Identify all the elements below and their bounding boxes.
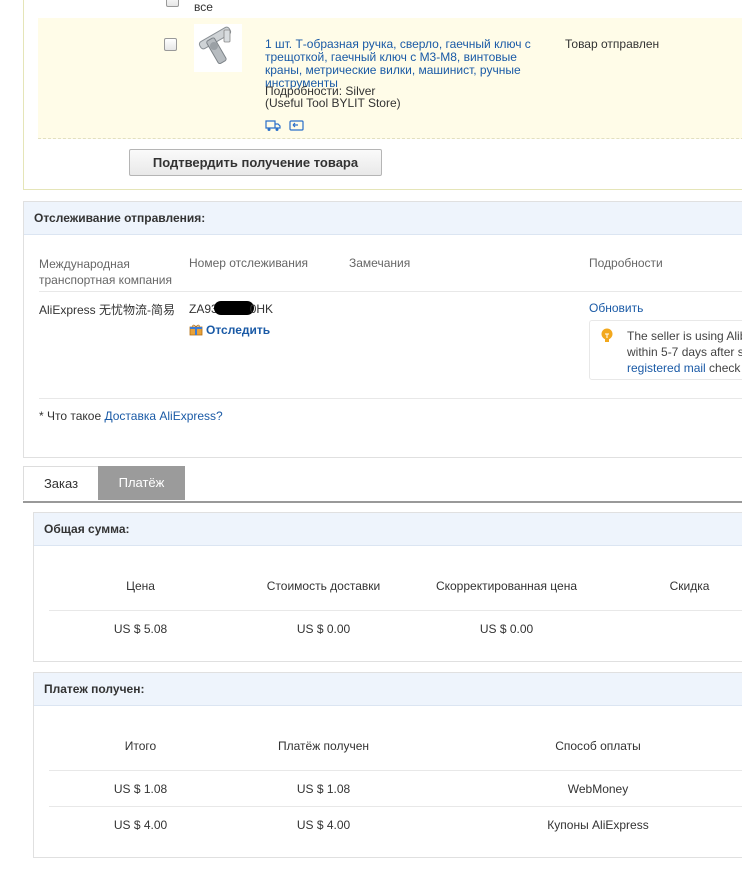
tab-bar: Заказ Платёж	[23, 466, 742, 503]
aliexpress-shipping-link[interactable]: Доставка AliExpress?	[104, 409, 222, 423]
select-all-checkbox[interactable]	[166, 0, 179, 7]
item-checkbox[interactable]	[164, 38, 177, 51]
truck-icon[interactable]	[265, 119, 281, 135]
total-header-adjusted: Скорректированная цена	[435, 579, 578, 593]
payment-row1-total: US $ 1.08	[113, 782, 168, 796]
total-price-value: US $ 5.08	[113, 622, 168, 636]
tracking-number-end: 0HK	[249, 302, 274, 316]
payment-row1-method: WebMoney	[567, 782, 629, 796]
product-title-link[interactable]: 1 шт. Т-образная ручка, сверло, гаечный …	[265, 38, 540, 90]
header-details: Подробности	[589, 256, 663, 270]
payment-header-method: Способ оплаты	[555, 739, 641, 753]
product-thumbnail[interactable]	[194, 24, 242, 72]
payment-row2-total: US $ 4.00	[113, 818, 168, 832]
total-header-discount: Скидка	[669, 579, 710, 593]
card-icon[interactable]	[289, 119, 304, 135]
header-remarks: Замечания	[349, 256, 411, 270]
tip-text: The seller is using Alib within 5-7 days…	[627, 328, 742, 376]
payment-row2-received: US $ 4.00	[296, 818, 351, 832]
tip-line-3-rest: check	[705, 361, 741, 375]
payment-row1-received: US $ 1.08	[296, 782, 351, 796]
payment-header-received: Платёж получен	[277, 739, 370, 753]
header-tracking-number: Номер отслеживания	[189, 256, 309, 270]
select-all-label: все	[194, 0, 213, 14]
footnote-prefix: * Что такое	[39, 409, 105, 423]
lightbulb-icon	[600, 328, 614, 347]
registered-mail-link[interactable]: registered mail	[627, 361, 706, 375]
redacted-mark	[213, 301, 254, 315]
footnote: * Что такое Доставка AliExpress?	[39, 409, 223, 423]
refresh-link[interactable]: Обновить	[589, 301, 643, 315]
tip-line-1: The seller is using Alib	[627, 329, 742, 343]
shipping-tip-box: The seller is using Alib within 5-7 days…	[589, 320, 742, 380]
tracking-header-divider	[39, 291, 742, 292]
order-item-row: 1 шт. Т-образная ручка, сверло, гаечный …	[38, 18, 742, 139]
tab-order[interactable]: Заказ	[23, 466, 98, 500]
payment-panel: Платеж получен: Итого Платёж получен Спо…	[33, 672, 742, 858]
tracking-panel-title: Отслеживание отправления:	[24, 202, 742, 235]
tracking-number: ZA93 0HK	[189, 301, 273, 316]
gift-icon	[189, 323, 203, 339]
total-adjusted-value: US $ 0.00	[479, 622, 534, 636]
payment-divider-1	[49, 770, 742, 771]
total-header-price: Цена	[126, 579, 155, 593]
confirm-receipt-button[interactable]: Подтвердить получение товара	[129, 149, 382, 176]
track-link[interactable]: Отследить	[206, 323, 270, 337]
payment-panel-title: Платеж получен:	[34, 673, 742, 706]
tab-payment[interactable]: Платёж	[98, 466, 185, 500]
payment-header-total: Итого	[124, 739, 157, 753]
store-name: (Useful Tool BYLIT Store)	[265, 96, 401, 110]
item-status: Товар отправлен	[565, 37, 660, 51]
tip-line-3: registered mail check	[627, 360, 742, 376]
carrier-name: AliExpress 无忧物流-简易	[39, 303, 176, 317]
total-panel: Общая сумма: Цена Стоимость доставки Ско…	[33, 512, 742, 662]
tracking-footer-divider	[39, 398, 742, 399]
payment-divider-2	[49, 806, 742, 807]
t-handle-tap-wrench-image	[198, 26, 232, 65]
total-panel-title: Общая сумма:	[34, 513, 742, 546]
tip-line-2: within 5-7 days after s	[627, 345, 742, 359]
header-carrier: Международная транспортная компания	[39, 257, 172, 287]
track-link-wrap[interactable]: Отследить	[189, 323, 270, 339]
payment-row2-method: Купоны AliExpress	[547, 818, 649, 832]
total-shipping-value: US $ 0.00	[296, 622, 351, 636]
total-divider	[49, 610, 742, 611]
total-header-shipping: Стоимость доставки	[266, 579, 381, 593]
